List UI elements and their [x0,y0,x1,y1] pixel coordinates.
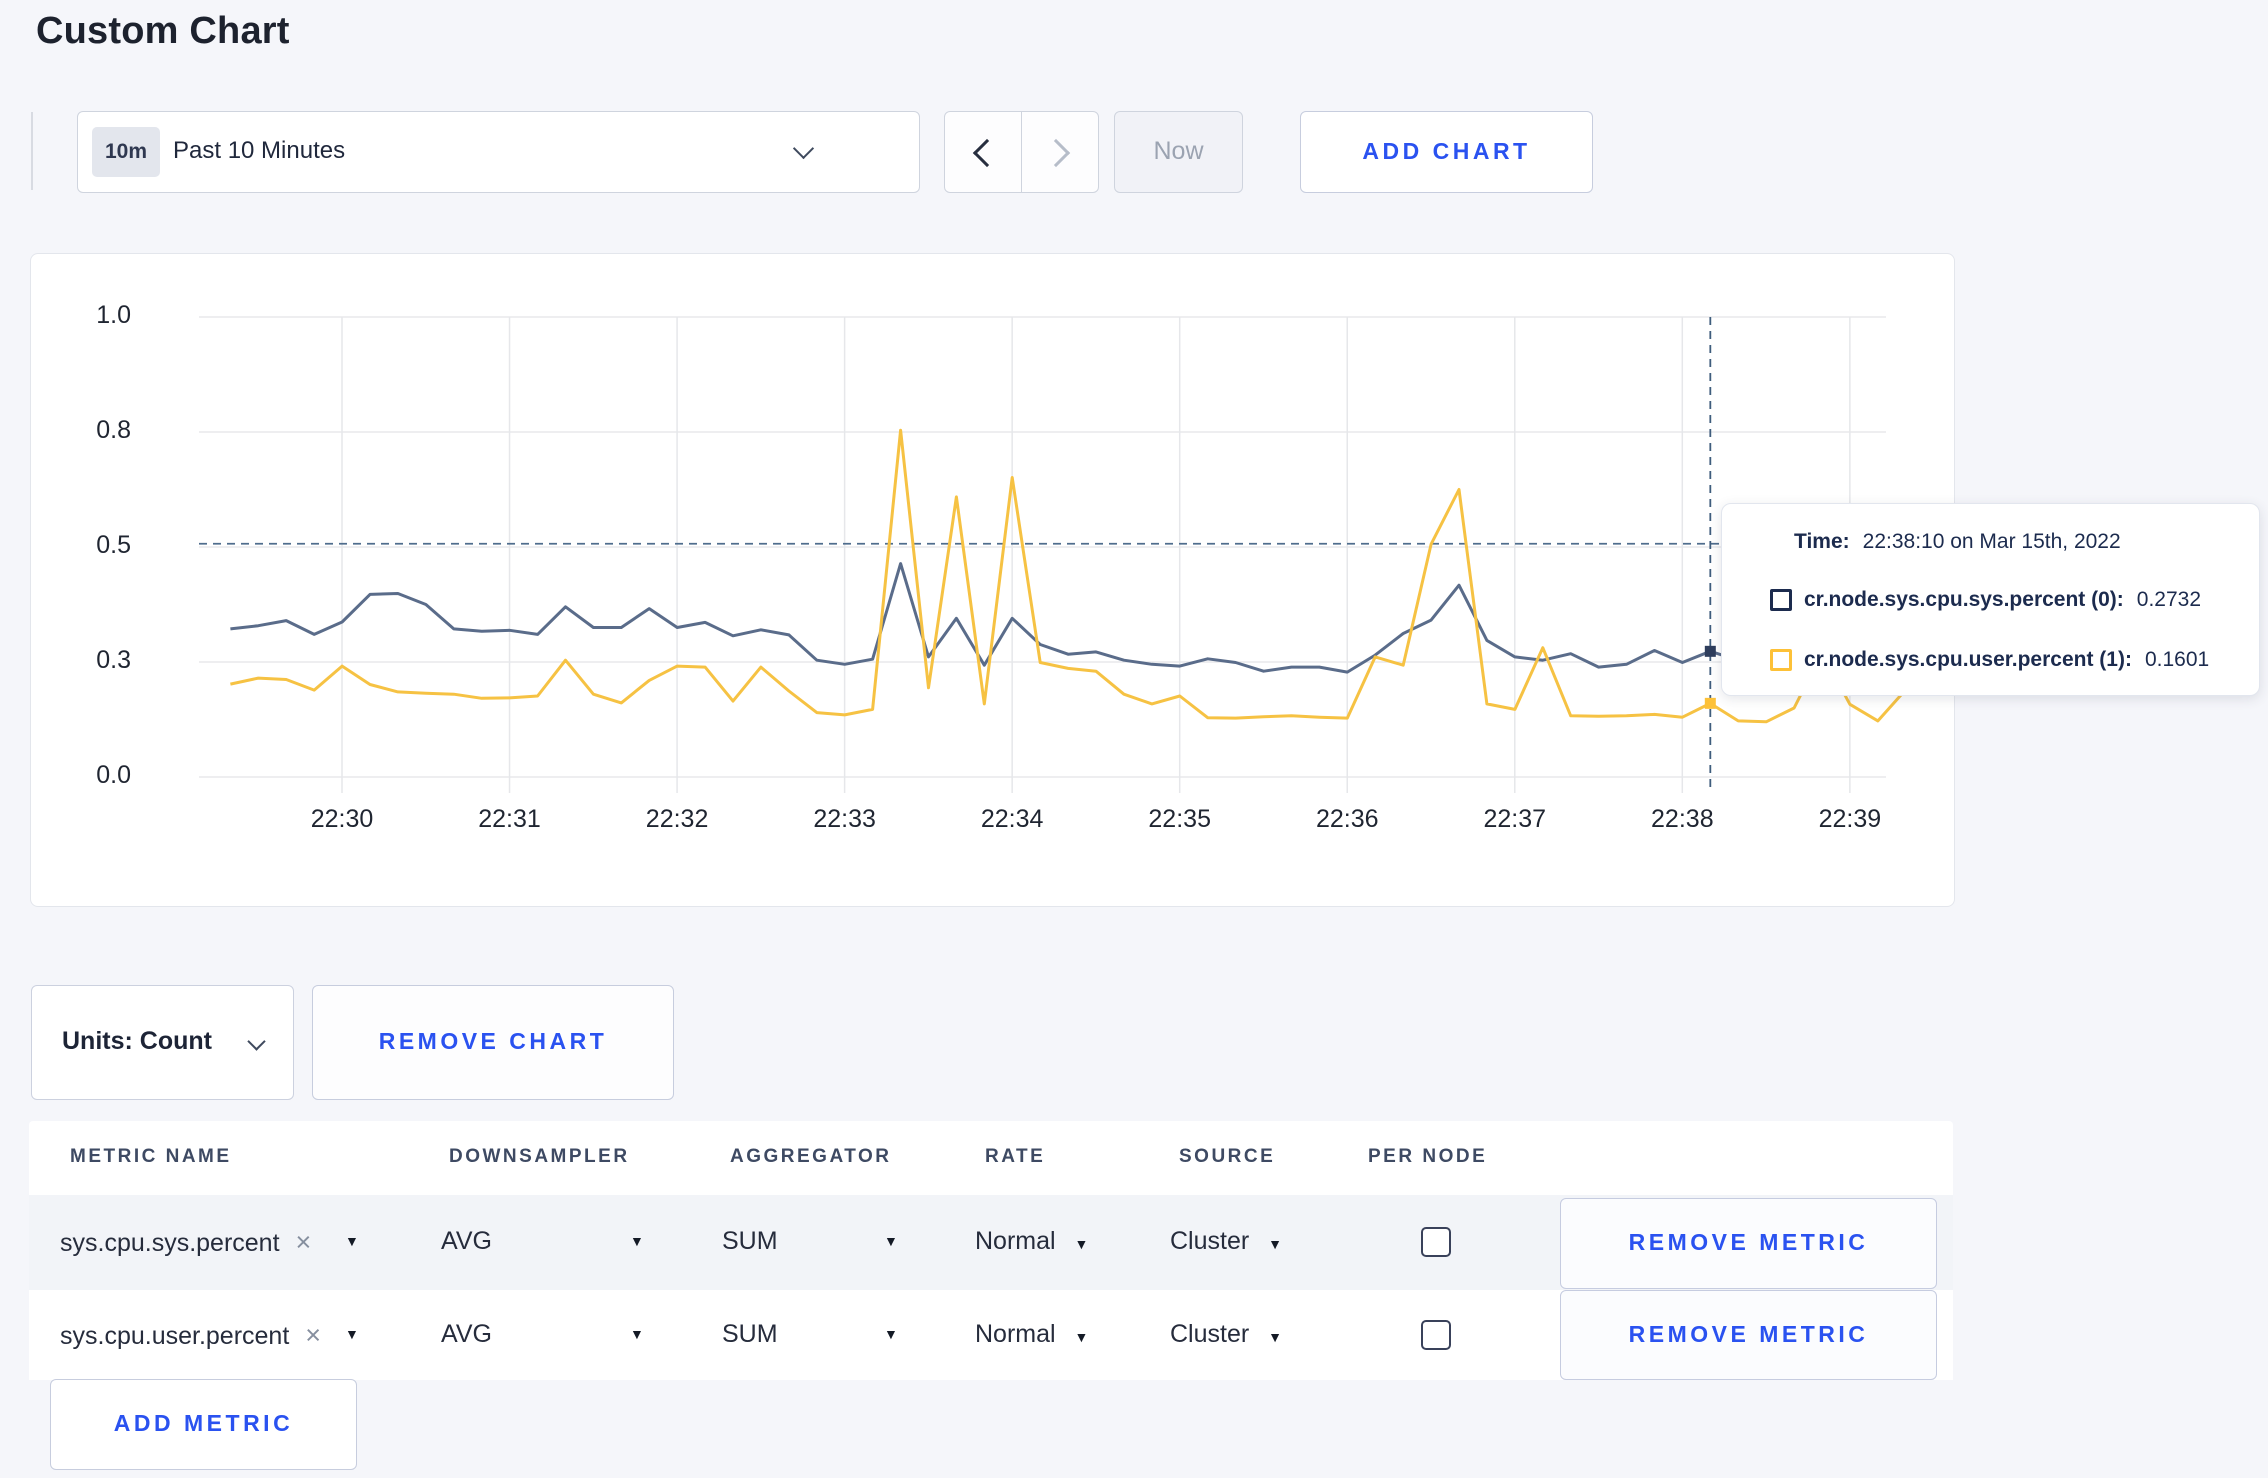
col-header-per-node: PER NODE [1368,1146,1488,1167]
source-value: Cluster [1170,1227,1250,1255]
x-tick-label: 22:32 [645,805,709,833]
col-header-source: SOURCE [1179,1146,1276,1167]
crosshair-dot [1704,645,1716,657]
x-tick-label: 22:34 [980,805,1044,833]
source-dropdown[interactable]: Cluster ▼ [1170,1227,1282,1256]
toolbar-divider [31,112,33,190]
time-range-badge: 10m [92,127,161,177]
add-metric-button[interactable]: ADD METRIC [50,1379,357,1470]
add-chart-button[interactable]: ADD CHART [1300,111,1593,193]
x-tick-label: 22:36 [1315,805,1379,833]
aggregator-dropdown[interactable]: SUM [722,1227,778,1256]
remove-chart-button[interactable]: REMOVE CHART [312,985,674,1100]
user-series-swatch-icon [1770,649,1792,671]
rate-dropdown[interactable]: Normal ▼ [975,1227,1088,1256]
x-tick-label: 22:37 [1483,805,1547,833]
x-tick-label: 22:39 [1818,805,1882,833]
y-tick-label: 0.5 [96,531,131,559]
aggregator-dropdown[interactable]: SUM [722,1320,778,1349]
caret-down-icon[interactable]: ▼ [884,1326,898,1342]
rate-dropdown[interactable]: Normal ▼ [975,1320,1088,1349]
col-header-aggregator: AGGREGATOR [730,1146,892,1167]
chevron-down-icon [247,1032,266,1051]
x-tick-label: 22:38 [1651,805,1714,833]
tooltip-time-label: Time: [1794,530,1850,553]
tooltip-sys-value: 0.2732 [2136,588,2202,611]
metric-name-dropdown[interactable]: sys.cpu.sys.percent × [60,1227,311,1258]
downsampler-dropdown[interactable]: AVG [441,1320,492,1349]
time-range-select[interactable]: 10m Past 10 Minutes [77,111,920,193]
remove-metric-button[interactable]: REMOVE METRIC [1560,1290,1937,1380]
rate-value: Normal [975,1320,1056,1348]
per-node-checkbox[interactable] [1421,1227,1451,1257]
chevron-right-icon [1041,138,1071,168]
y-tick-label: 0.8 [96,416,131,444]
downsampler-dropdown[interactable]: AVG [441,1227,492,1256]
caret-down-icon: ▼ [1268,1236,1282,1252]
source-value: Cluster [1170,1320,1250,1348]
now-button[interactable]: Now [1114,111,1243,193]
clear-metric-icon[interactable]: × [296,1227,312,1257]
metric-name-value: sys.cpu.sys.percent [60,1229,280,1257]
series-line-cr.node.sys.cpu.sys.percent [230,562,1906,674]
caret-down-icon: ▼ [1074,1236,1089,1252]
caret-down-icon[interactable]: ▼ [630,1233,644,1249]
page-title: Custom Chart [36,10,290,52]
units-label: Units: Count [62,1027,212,1055]
tooltip-user-value: 0.1601 [2144,648,2210,671]
time-back-button[interactable] [945,112,1022,192]
series-line-cr.node.sys.cpu.user.percent [230,428,1907,724]
tooltip-time-value: 22:38:10 on Mar 15th, 2022 [1862,530,2121,553]
per-node-checkbox[interactable] [1421,1320,1451,1350]
caret-down-icon[interactable]: ▼ [345,1233,359,1249]
caret-down-icon[interactable]: ▼ [630,1326,644,1342]
caret-down-icon[interactable]: ▼ [345,1326,359,1342]
remove-metric-button[interactable]: REMOVE METRIC [1560,1198,1937,1289]
y-tick-label: 1.0 [96,301,131,329]
x-tick-label: 22:33 [813,805,876,833]
chevron-left-icon [972,138,1002,168]
y-tick-label: 0.3 [96,646,131,674]
time-forward-button[interactable] [1022,112,1098,192]
custom-chart-page: Custom Chart 10m Past 10 Minutes Now ADD… [0,0,2268,1478]
time-pager [944,111,1099,193]
metric-name-value: sys.cpu.user.percent [60,1322,290,1350]
time-range-label: Past 10 Minutes [173,137,346,164]
chart-tooltip: Time: 22:38:10 on Mar 15th, 2022 cr.node… [1721,503,2260,696]
crosshair-dot [1704,697,1716,709]
units-select[interactable]: Units: Count [31,985,294,1100]
tooltip-sys-label: cr.node.sys.cpu.sys.percent (0): [1804,588,2124,611]
chevron-down-icon [792,137,815,160]
tooltip-user-label: cr.node.sys.cpu.user.percent (1): [1804,648,2132,671]
col-header-downsampler: DOWNSAMPLER [449,1146,630,1167]
x-tick-label: 22:35 [1148,805,1211,833]
caret-down-icon: ▼ [1268,1329,1282,1345]
x-tick-label: 22:30 [310,805,374,833]
y-tick-label: 0.0 [96,761,131,789]
chart-card[interactable]: 0.0 0.3 0.5 0.8 1.0 22:30 22:31 22:32 22:33 22:3… [30,253,1955,907]
caret-down-icon[interactable]: ▼ [884,1233,898,1249]
x-tick-label: 22:31 [478,805,541,833]
rate-value: Normal [975,1227,1056,1255]
sys-series-swatch-icon [1770,589,1792,611]
metric-name-dropdown[interactable]: sys.cpu.user.percent × [60,1320,321,1351]
caret-down-icon: ▼ [1074,1329,1089,1345]
col-header-rate: RATE [985,1146,1046,1167]
col-header-metric-name: METRIC NAME [70,1146,232,1167]
source-dropdown[interactable]: Cluster ▼ [1170,1320,1282,1349]
clear-metric-icon[interactable]: × [305,1320,321,1350]
